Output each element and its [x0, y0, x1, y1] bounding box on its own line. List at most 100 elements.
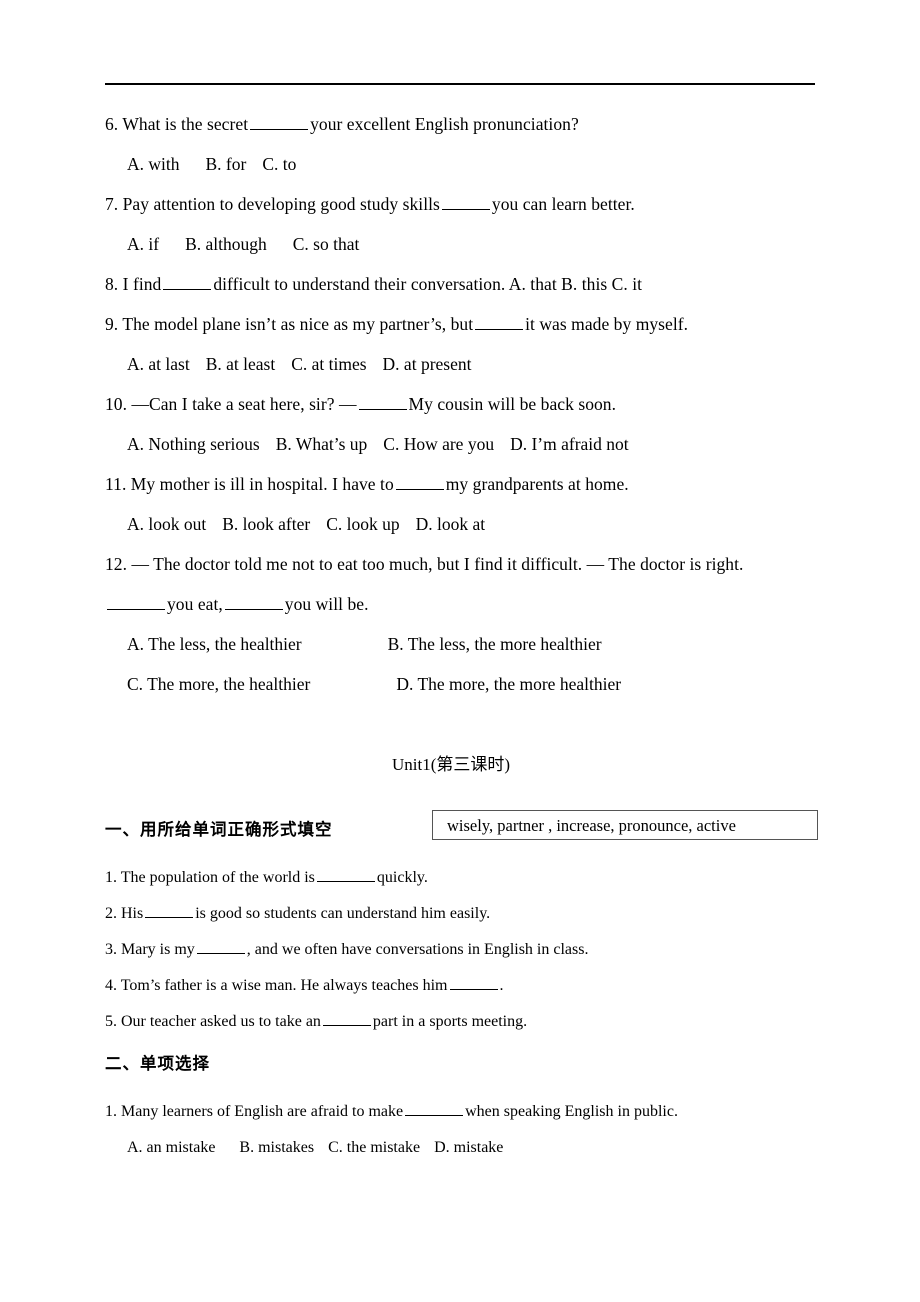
option-c[interactable]: C. the mistake	[328, 1139, 420, 1156]
fill-item-3-before: 3. Mary is my	[105, 941, 195, 958]
question-8-stem-after: difficult to understand their conversati…	[213, 274, 643, 294]
question-10-stem-after: My cousin will be back soon.	[408, 394, 617, 414]
section-two-question-1: 1. Many learners of English are afraid t…	[105, 1094, 817, 1130]
word-bank-box: wisely, partner , increase, pronounce, a…	[432, 810, 818, 840]
option-a[interactable]: A. with	[127, 154, 180, 174]
question-7-blank	[441, 192, 490, 210]
option-d[interactable]: D. look at	[416, 514, 486, 534]
option-a[interactable]: A. Nothing serious	[127, 434, 260, 454]
fill-item-2-after: is good so students can understand him e…	[195, 905, 491, 922]
question-6: 6. What is the secret your excellent Engl…	[105, 104, 817, 144]
question-10-options: A. Nothing serious B. What’s up C. How are…	[105, 424, 817, 464]
option-d[interactable]: D. The more, the more healthier	[396, 674, 621, 694]
section-two-heading: 二、单项选择	[105, 1054, 210, 1073]
option-b[interactable]: B. at least	[206, 354, 276, 374]
question-9-stem-before: 9. The model plane isn’t as nice as my p…	[105, 314, 474, 334]
question-12-options-row-1: A. The less, the healthier B. The less, t…	[105, 624, 817, 664]
question-7-stem-before: 7. Pay attention to developing good stud…	[105, 194, 440, 214]
question-9-options: A. at last B. at least C. at times D. at pr…	[105, 344, 817, 384]
fill-item-1-blank	[316, 866, 375, 882]
section-two-header-row: 二、单项选择	[105, 1050, 817, 1074]
question-12-text: 12. — The doctor told me not to eat too …	[105, 554, 744, 574]
question-12-blank-2	[224, 592, 283, 610]
question-12-line-1: 12. — The doctor told me not to eat too …	[105, 544, 817, 584]
fill-item-3-after: , and we often have conversations in Eng…	[246, 941, 589, 958]
option-c[interactable]: C. How are you	[383, 434, 494, 454]
spacer-after-unit-title	[105, 780, 817, 810]
fill-item-3-blank	[196, 938, 245, 954]
question-6-stem-before: 6. What is the secret	[105, 114, 249, 134]
question-12-line-2: you eat, you will be.	[105, 584, 817, 624]
question-10: 10. —Can I take a seat here, sir? — My co…	[105, 384, 817, 424]
question-12-blank-1	[107, 592, 165, 610]
option-c[interactable]: C. at times	[291, 354, 366, 374]
worksheet-page: 6. What is the secret your excellent Engl…	[0, 0, 920, 1302]
option-c[interactable]: C. so that	[293, 234, 360, 254]
fill-item-4: 4. Tom’s father is a wise man. He always…	[105, 968, 817, 1004]
question-6-blank	[250, 112, 309, 130]
header-divider-rule	[105, 83, 815, 85]
option-d[interactable]: D. at present	[383, 354, 472, 374]
fill-item-2-blank	[145, 902, 194, 918]
question-8-stem-before: 8. I find	[105, 274, 162, 294]
question-8-blank	[163, 272, 212, 290]
question-12-end: you will be.	[284, 594, 369, 614]
fill-item-2-before: 2. His	[105, 905, 144, 922]
question-8: 8. I find difficult to understand their c…	[105, 264, 817, 304]
option-c[interactable]: C. The more, the healthier	[127, 674, 310, 694]
spacer-before-unit-title	[105, 704, 817, 750]
option-c[interactable]: C. to	[262, 154, 296, 174]
fill-item-3: 3. Mary is my , and we often have convers…	[105, 932, 817, 968]
option-a[interactable]: A. if	[127, 234, 159, 254]
fill-item-2: 2. His is good so students can understand…	[105, 896, 817, 932]
fill-item-1-after: quickly.	[376, 869, 428, 886]
option-b[interactable]: B. What’s up	[276, 434, 368, 454]
option-b[interactable]: B. for	[206, 154, 247, 174]
option-b[interactable]: B. The less, the more healthier	[388, 634, 602, 654]
question-12-mid: you eat,	[167, 594, 223, 614]
option-a[interactable]: A. at last	[127, 354, 190, 374]
option-b[interactable]: B. mistakes	[239, 1139, 314, 1156]
option-b[interactable]: B. although	[185, 234, 267, 254]
question-9-blank	[475, 312, 524, 330]
question-12-options-row-2: C. The more, the healthier D. The more, t…	[105, 664, 817, 704]
fill-item-4-blank	[449, 974, 498, 990]
fill-item-5-after: part in a sports meeting.	[372, 1013, 528, 1030]
question-10-stem-before: 10. —Can I take a seat here, sir? —	[105, 394, 357, 414]
section-one-header-row: 一、用所给单词正确形式填空 wisely, partner , increase…	[105, 810, 818, 846]
document-body: 6. What is the secret your excellent Engl…	[105, 104, 818, 1166]
section-two-question-1-after: when speaking English in public.	[465, 1103, 678, 1120]
option-d[interactable]: D. I’m afraid not	[510, 434, 629, 454]
question-9-stem-after: it was made by myself.	[525, 314, 689, 334]
spacer-after-word-bank	[105, 846, 817, 860]
question-6-stem-after: your excellent English pronunciation?	[310, 114, 579, 134]
section-two-question-1-blank	[405, 1100, 464, 1116]
fill-item-1-before: 1. The population of the world is	[105, 869, 315, 886]
question-10-blank	[358, 392, 407, 410]
question-9: 9. The model plane isn’t as nice as my p…	[105, 304, 817, 344]
question-11: 11. My mother is ill in hospital. I have…	[105, 464, 817, 504]
section-one-heading: 一、用所给单词正确形式填空	[105, 820, 333, 839]
fill-item-4-after: .	[499, 977, 504, 994]
word-bank-text: wisely, partner , increase, pronounce, a…	[447, 816, 736, 835]
fill-item-5: 5. Our teacher asked us to take an part i…	[105, 1004, 817, 1040]
unit-title-text: Unit1(第三课时)	[391, 755, 511, 774]
question-7-stem-after: you can learn better.	[491, 194, 635, 214]
option-d[interactable]: D. mistake	[434, 1139, 503, 1156]
unit-title: Unit1(第三课时)	[95, 750, 807, 780]
option-c[interactable]: C. look up	[326, 514, 399, 534]
question-11-options: A. look out B. look after C. look up D. loo…	[105, 504, 817, 544]
question-7-options: A. if B. although C. so that	[105, 224, 817, 264]
section-two-question-1-before: 1. Many learners of English are afraid t…	[105, 1103, 404, 1120]
fill-item-5-blank	[322, 1010, 371, 1026]
option-a[interactable]: A. The less, the healthier	[127, 634, 302, 654]
option-a[interactable]: A. an mistake	[127, 1139, 215, 1156]
question-11-stem-after: my grandparents at home.	[445, 474, 629, 494]
option-a[interactable]: A. look out	[127, 514, 206, 534]
fill-item-5-before: 5. Our teacher asked us to take an	[105, 1013, 321, 1030]
option-b[interactable]: B. look after	[222, 514, 310, 534]
question-7: 7. Pay attention to developing good stud…	[105, 184, 817, 224]
fill-item-4-before: 4. Tom’s father is a wise man. He always…	[105, 977, 448, 994]
question-11-stem-before: 11. My mother is ill in hospital. I have…	[105, 474, 394, 494]
spacer-after-section-two-heading	[105, 1080, 817, 1094]
